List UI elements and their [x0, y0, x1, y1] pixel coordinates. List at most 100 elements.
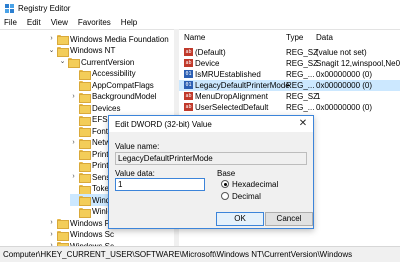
menu-view[interactable]: View: [46, 17, 73, 29]
chevron-down-icon[interactable]: ⌄: [59, 57, 66, 67]
value-row[interactable]: ab UserSelectedDefault REG_... 0x00000000 (…: [179, 102, 400, 113]
folder-icon: [79, 104, 91, 114]
value-name: MenuDropAlignment: [195, 92, 268, 101]
chevron-right-icon[interactable]: ›: [70, 138, 77, 148]
folder-icon: [68, 58, 80, 68]
decimal-radio[interactable]: [221, 192, 229, 200]
close-icon[interactable]: ✕: [297, 118, 309, 130]
folder-icon: [57, 219, 69, 229]
value-data-label: Value data:: [115, 169, 155, 178]
tree-item[interactable]: Winlo: [70, 206, 112, 218]
chevron-right-icon[interactable]: ›: [70, 172, 77, 182]
menu-help[interactable]: Help: [116, 17, 142, 29]
dialog-title: Edit DWORD (32-bit) Value: [115, 120, 212, 129]
value-row[interactable]: 01 IsMRUEstablished REG_... 0x00000000 (0): [179, 69, 400, 80]
chevron-right-icon[interactable]: ›: [48, 34, 55, 44]
value-data: Snagit 12,winspool,Ne00:: [316, 59, 400, 68]
tree-item[interactable]: ⌄ CurrentVersion: [59, 56, 134, 68]
window-title: Registry Editor: [18, 4, 71, 13]
value-type: REG_SZ: [286, 48, 319, 57]
value-data: 0x00000000 (0): [316, 81, 373, 90]
status-path: Computer\HKEY_CURRENT_USER\SOFTWARE\Micr…: [3, 250, 353, 259]
string-value-icon: ab: [184, 92, 193, 100]
tree-item[interactable]: ⌄ Windows NT: [48, 45, 115, 57]
menu-edit[interactable]: Edit: [22, 17, 46, 29]
value-name: IsMRUEstablished: [195, 70, 261, 79]
folder-icon: [79, 161, 91, 172]
status-bar: Computer\HKEY_CURRENT_USER\SOFTWARE\Micr…: [0, 246, 400, 262]
chevron-right-icon[interactable]: ›: [70, 92, 77, 102]
menu-bar: File Edit View Favorites Help: [0, 17, 400, 29]
tree-item-label: Windows Media Foundation: [70, 34, 169, 44]
string-value-icon: ab: [184, 48, 193, 56]
value-name: UserSelectedDefault: [195, 103, 269, 112]
chevron-down-icon[interactable]: ⌄: [48, 46, 55, 56]
value-type: REG_...: [286, 103, 315, 112]
folder-icon: [79, 69, 91, 80]
chevron-right-icon[interactable]: ›: [48, 218, 55, 228]
title-bar: Registry Editor: [0, 0, 400, 17]
cancel-button[interactable]: Cancel: [265, 212, 313, 226]
tree-item-label: Font: [92, 126, 109, 136]
value-name-label: Value name:: [115, 142, 160, 151]
menu-favorites[interactable]: Favorites: [73, 17, 116, 29]
tree-item[interactable]: › Windows Media Foundation: [48, 33, 169, 45]
tree-item[interactable]: Printe: [70, 148, 113, 160]
dialog-title-bar: Edit DWORD (32-bit) Value ✕: [109, 116, 313, 132]
value-name: Device: [195, 59, 220, 68]
decimal-label[interactable]: Decimal: [232, 192, 261, 201]
binary-value-icon: 01: [184, 70, 193, 78]
tree-item-label: CurrentVersion: [81, 57, 135, 67]
folder-icon: [79, 92, 91, 103]
folder-icon: [79, 196, 91, 206]
value-data: (value not set): [316, 48, 367, 57]
column-header-type[interactable]: Type: [286, 32, 303, 44]
hexadecimal-label[interactable]: Hexadecimal: [232, 180, 278, 189]
tree-item[interactable]: Printe: [70, 160, 113, 172]
tree-item[interactable]: EFS: [70, 114, 108, 126]
column-header-data[interactable]: Data: [316, 32, 333, 44]
value-row[interactable]: ab (Default) REG_SZ (value not set): [179, 47, 400, 58]
value-type: REG_SZ: [286, 92, 319, 101]
tree-item-label: Toke: [92, 184, 109, 193]
tree-item-label: AppCompatFlags: [92, 80, 154, 90]
tree-item[interactable]: Font: [70, 125, 108, 137]
value-row[interactable]: ab Device REG_SZ Snagit 12,winspool,Ne00:: [179, 58, 400, 69]
menu-file[interactable]: File: [0, 17, 22, 29]
tree-item-label: Windows NT: [70, 46, 116, 55]
value-row[interactable]: ab MenuDropAlignment REG_SZ 1: [179, 91, 400, 102]
tree-item-label: BackgroundModel: [92, 92, 157, 101]
chevron-right-icon[interactable]: ›: [48, 230, 55, 240]
value-type: REG_...: [286, 70, 315, 79]
string-value-icon: ab: [184, 103, 193, 111]
ok-button[interactable]: OK: [216, 212, 264, 226]
value-row[interactable]: 01 LegacyDefaultPrinterMode REG_... 0x00000…: [179, 80, 400, 91]
tree-item-label: Windows Sc: [70, 230, 115, 239]
tree-item[interactable]: › Windows Sc: [48, 229, 114, 241]
value-name-field: LegacyDefaultPrinterMode: [115, 152, 307, 165]
tree-item[interactable]: › Windows Ph: [48, 217, 114, 229]
value-data-input[interactable]: 1: [115, 178, 205, 191]
hexadecimal-radio[interactable]: [221, 180, 229, 188]
tree-item[interactable]: › BackgroundModel: [70, 91, 156, 103]
value-name: LegacyDefaultPrinterMode: [195, 81, 290, 90]
folder-icon: [79, 115, 91, 126]
tree-item[interactable]: Accessibility: [70, 68, 136, 80]
tree-item[interactable]: Toke: [70, 183, 109, 195]
tree-item[interactable]: Devices: [70, 102, 120, 114]
column-header-name[interactable]: Name: [184, 32, 205, 44]
folder-icon: [79, 150, 91, 160]
folder-icon: [79, 207, 91, 218]
tree-item[interactable]: AppCompatFlags: [70, 79, 154, 91]
tree-item[interactable]: › Netw: [70, 137, 110, 149]
value-type: REG_...: [286, 81, 315, 90]
tree-item-label: Devices: [92, 103, 121, 113]
binary-value-icon: 01: [184, 81, 193, 89]
